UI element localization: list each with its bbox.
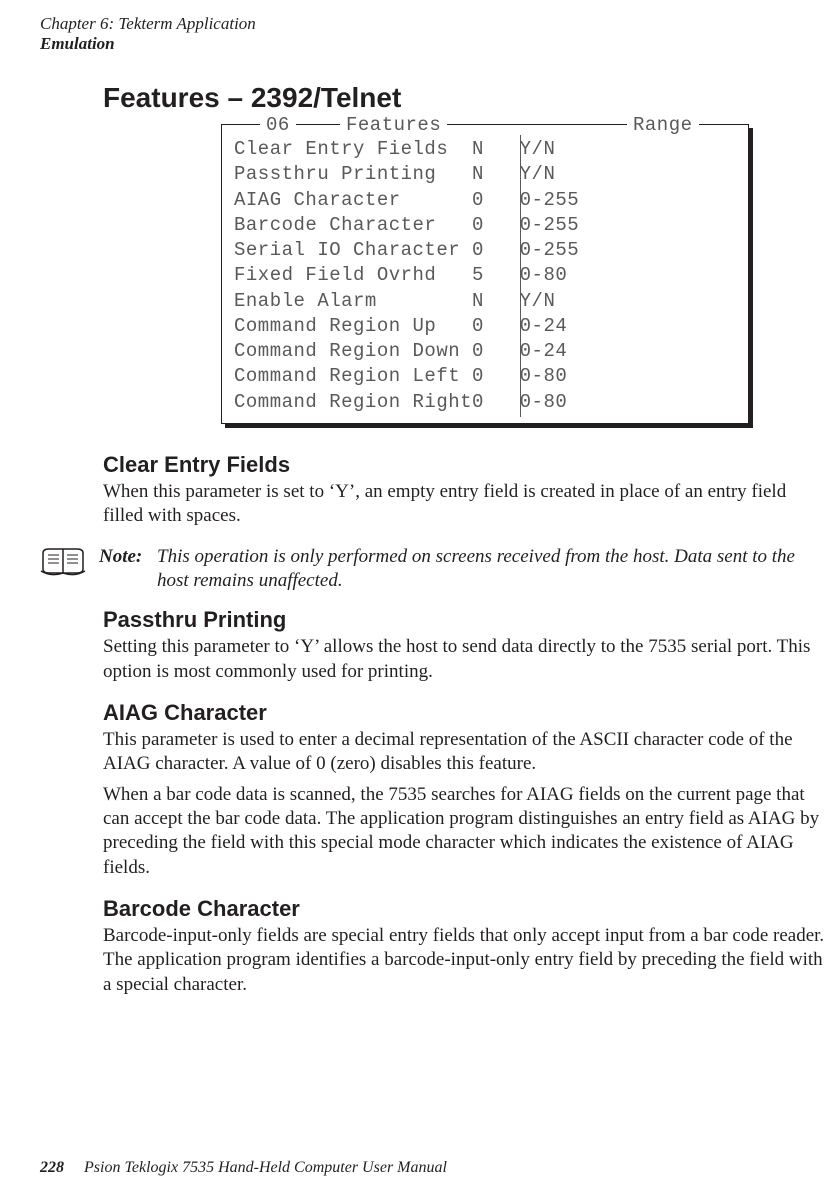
page-content: Features – 2392/Telnet 06 Features Range… — [103, 82, 828, 1013]
aiag-para1: This parameter is used to enter a decima… — [103, 728, 828, 777]
screen-range-label: Range — [627, 113, 699, 138]
table-row: Fixed Field Ovrhd 5 0-80 — [234, 263, 738, 288]
table-row: Command Region Left 0 0-80 — [234, 364, 738, 389]
aiag-para2: When a bar code data is scanned, the 753… — [103, 783, 828, 880]
barcode-para: Barcode-input-only fields are special en… — [103, 924, 828, 997]
note-text: Note: This operation is only performed o… — [99, 545, 828, 594]
passthru-para: Setting this parameter to ‘Y’ allows the… — [103, 635, 828, 684]
table-row: Command Region Up 0 0-24 — [234, 314, 738, 339]
table-row: Clear Entry Fields N Y/N — [234, 137, 738, 162]
table-row: Passthru Printing N Y/N — [234, 162, 738, 187]
column-divider — [520, 135, 521, 417]
screen-features-label: Features — [340, 113, 447, 138]
table-row: Serial IO Character 0 0-255 — [234, 238, 738, 263]
passthru-heading: Passthru Printing — [103, 607, 828, 633]
table-row: Barcode Character 0 0-255 — [234, 213, 738, 238]
page-number: 228 — [40, 1159, 64, 1176]
page-title: Features – 2392/Telnet — [103, 82, 828, 114]
screen-number: 06 — [260, 113, 296, 138]
page-footer: 228 Psion Teklogix 7535 Hand-Held Comput… — [40, 1159, 447, 1177]
note-icon — [39, 547, 87, 582]
header-section: Emulation — [40, 34, 256, 54]
aiag-heading: AIAG Character — [103, 700, 828, 726]
table-row: Command Region Right0 0-80 — [234, 390, 738, 415]
note-label: Note: — [99, 545, 157, 569]
table-row: AIAG Character 0 0-255 — [234, 188, 738, 213]
table-row: Command Region Down 0 0-24 — [234, 339, 738, 364]
footer-text: Psion Teklogix 7535 Hand-Held Computer U… — [84, 1159, 447, 1176]
terminal-screen: 06 Features Range Clear Entry Fields N Y… — [221, 124, 749, 424]
barcode-heading: Barcode Character — [103, 896, 828, 922]
note-body: This operation is only performed on scre… — [157, 545, 828, 594]
note-block: Note: This operation is only performed o… — [39, 545, 828, 594]
page-header: Chapter 6: Tekterm Application Emulation — [40, 14, 256, 55]
table-row: Enable Alarm N Y/N — [234, 289, 738, 314]
clear-entry-para: When this parameter is set to ‘Y’, an em… — [103, 480, 828, 529]
header-chapter: Chapter 6: Tekterm Application — [40, 14, 256, 34]
clear-entry-heading: Clear Entry Fields — [103, 452, 828, 478]
